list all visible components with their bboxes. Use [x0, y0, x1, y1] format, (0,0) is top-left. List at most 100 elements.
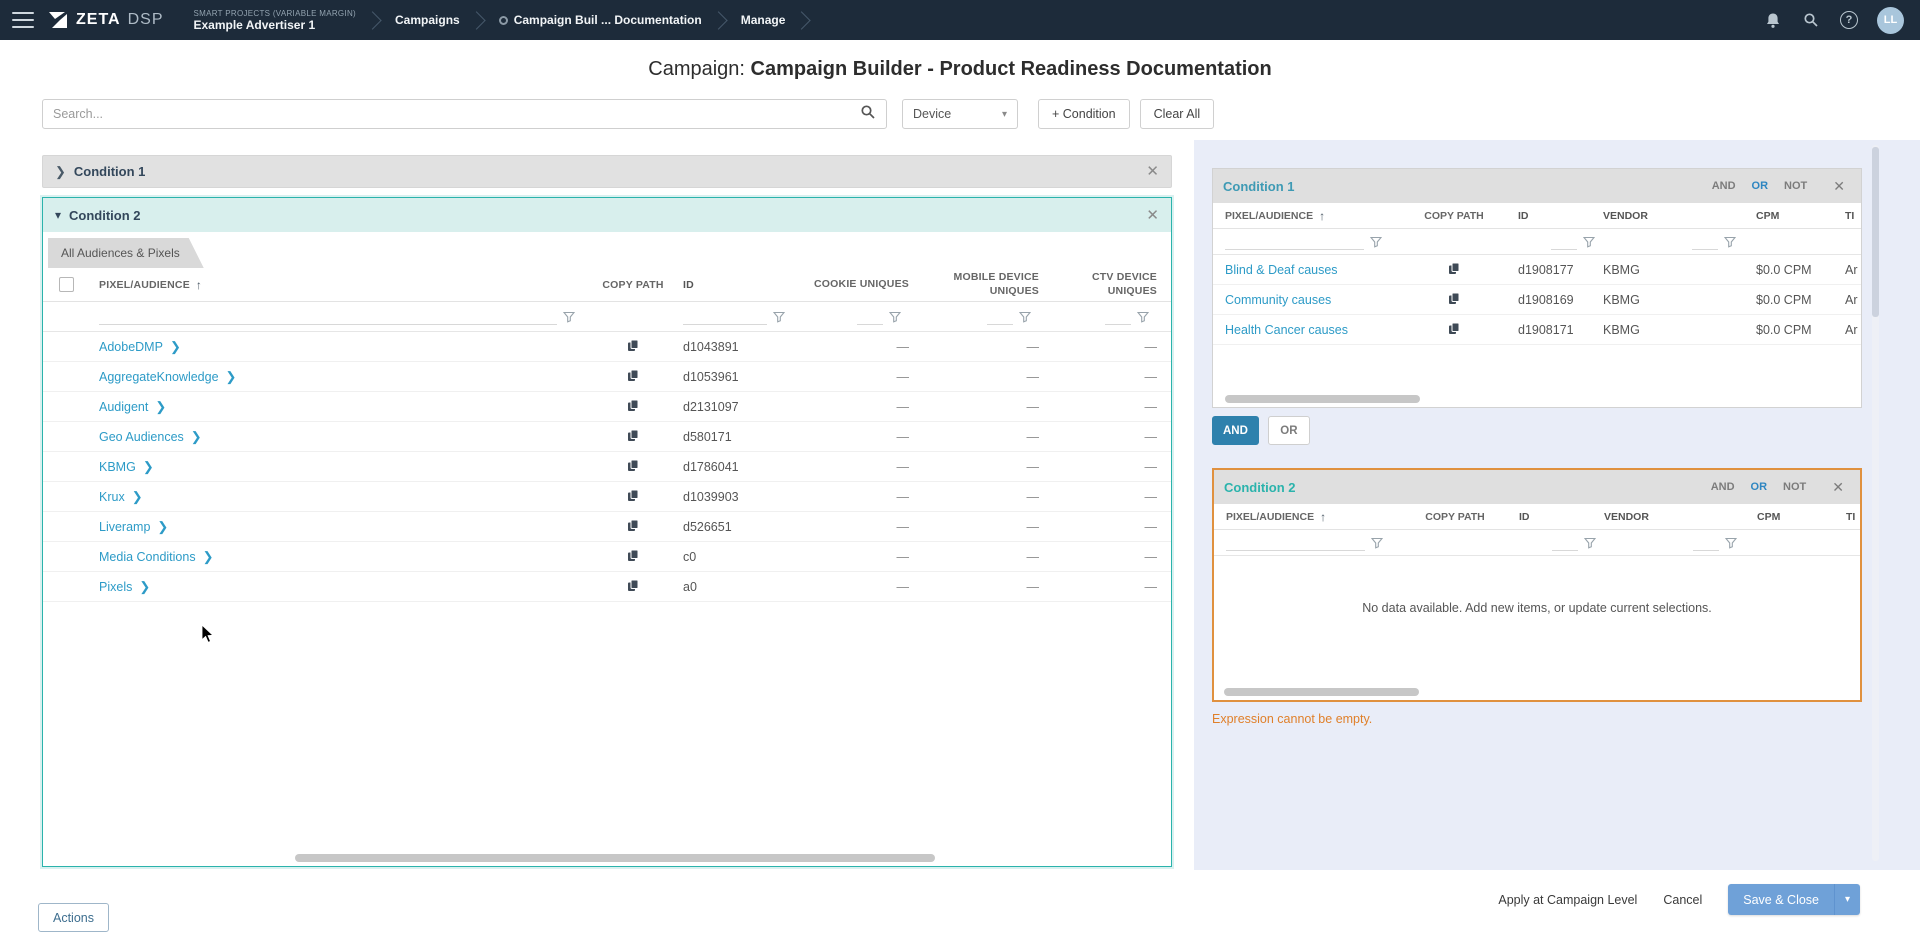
filter-funnel-icon[interactable]	[1725, 537, 1737, 549]
audience-link[interactable]: Media Conditions	[99, 550, 196, 564]
chevron-right-icon[interactable]: ❯	[132, 489, 143, 505]
device-dropdown[interactable]: Device ▾	[902, 99, 1018, 129]
or-operator-button[interactable]: OR	[1744, 176, 1777, 196]
copy-path-icon[interactable]	[627, 519, 639, 535]
cancel-link[interactable]: Cancel	[1663, 893, 1702, 907]
copy-path-icon[interactable]	[1448, 322, 1460, 338]
column-header[interactable]: CPM	[1756, 210, 1779, 222]
filter-funnel-icon[interactable]	[889, 311, 901, 323]
copy-path-icon[interactable]	[627, 369, 639, 385]
chevron-right-icon[interactable]: ❯	[139, 579, 150, 595]
and-operator-button[interactable]: AND	[1704, 176, 1744, 196]
clear-all-button[interactable]: Clear All	[1140, 99, 1215, 129]
copy-path-icon[interactable]	[627, 459, 639, 475]
copy-path-icon[interactable]	[627, 489, 639, 505]
scrollbar-thumb[interactable]	[1872, 147, 1879, 317]
filter-input[interactable]	[1552, 535, 1578, 551]
column-header[interactable]: PIXEL/AUDIENCE	[99, 279, 190, 291]
close-icon[interactable]: ✕	[1827, 176, 1851, 197]
audience-link[interactable]: Blind & Deaf causes	[1225, 263, 1338, 277]
breadcrumb-campaign-builder[interactable]: Campaign Buil ... Documentation	[495, 13, 706, 27]
column-header[interactable]: ID	[1519, 511, 1530, 523]
filter-funnel-icon[interactable]	[1370, 236, 1382, 248]
column-header[interactable]: CPM	[1757, 511, 1780, 523]
filter-funnel-icon[interactable]	[1019, 311, 1031, 323]
filter-funnel-icon[interactable]	[1137, 311, 1149, 323]
filter-funnel-icon[interactable]	[773, 311, 785, 323]
chevron-right-icon[interactable]: ❯	[226, 369, 237, 385]
audience-link[interactable]: AggregateKnowledge	[99, 370, 219, 384]
chevron-down-icon[interactable]: ▾	[55, 208, 61, 222]
column-header[interactable]: VENDOR	[1603, 210, 1648, 222]
search-icon[interactable]	[1801, 10, 1821, 30]
actions-button[interactable]: Actions	[38, 903, 109, 932]
hamburger-menu-icon[interactable]	[12, 12, 34, 28]
column-header[interactable]: PIXEL/AUDIENCE	[1225, 210, 1313, 222]
filter-input[interactable]	[1105, 309, 1131, 325]
audience-link[interactable]: Geo Audiences	[99, 430, 184, 444]
filter-input[interactable]	[1226, 535, 1365, 551]
filter-input[interactable]	[1693, 535, 1719, 551]
column-header[interactable]: ID	[683, 279, 694, 291]
copy-path-icon[interactable]	[627, 339, 639, 355]
scrollbar-thumb[interactable]	[1225, 395, 1420, 403]
connector-or-button[interactable]: OR	[1268, 416, 1310, 445]
search-input[interactable]	[53, 107, 860, 121]
or-operator-button[interactable]: OR	[1743, 477, 1776, 497]
audience-link[interactable]: Audigent	[99, 400, 148, 414]
copy-path-icon[interactable]	[627, 429, 639, 445]
scrollbar-thumb[interactable]	[295, 854, 935, 862]
notifications-bell-icon[interactable]	[1763, 10, 1783, 30]
sort-ascending-icon[interactable]: ↑	[1319, 209, 1325, 223]
chevron-right-icon[interactable]: ❯	[155, 399, 166, 415]
close-icon[interactable]: ✕	[1826, 477, 1850, 498]
copy-path-icon[interactable]	[1448, 262, 1460, 278]
close-icon[interactable]: ✕	[1146, 164, 1159, 179]
audience-link[interactable]: Health Cancer causes	[1225, 323, 1348, 337]
scrollbar-thumb[interactable]	[1224, 688, 1419, 696]
zeta-dsp-logo[interactable]: ZETA DSP	[48, 11, 164, 29]
column-header[interactable]: VENDOR	[1604, 511, 1649, 523]
filter-input[interactable]	[683, 309, 767, 325]
filter-input[interactable]	[1551, 234, 1577, 250]
audience-link[interactable]: Liveramp	[99, 520, 150, 534]
user-avatar[interactable]: LL	[1877, 7, 1904, 34]
sort-ascending-icon[interactable]: ↑	[1320, 510, 1326, 524]
help-icon[interactable]: ?	[1839, 10, 1859, 30]
filter-funnel-icon[interactable]	[1371, 537, 1383, 549]
filter-funnel-icon[interactable]	[1583, 236, 1595, 248]
breadcrumb-campaigns[interactable]: Campaigns	[391, 13, 464, 27]
filter-input[interactable]	[1225, 234, 1364, 250]
audience-link[interactable]: Krux	[99, 490, 125, 504]
breadcrumb-manage[interactable]: Manage	[737, 13, 790, 27]
tab-all-audiences-pixels[interactable]: All Audiences & Pixels	[48, 238, 204, 268]
save-options-dropdown[interactable]: ▾	[1834, 884, 1860, 915]
chevron-right-icon[interactable]: ❯	[203, 549, 214, 565]
audience-link[interactable]: KBMG	[99, 460, 136, 474]
copy-path-icon[interactable]	[627, 579, 639, 595]
audience-link[interactable]: Pixels	[99, 580, 132, 594]
breadcrumb-advertiser[interactable]: SMART PROJECTS (VARIABLE MARGIN) Example…	[190, 9, 361, 32]
filter-input[interactable]	[1692, 234, 1718, 250]
filter-input[interactable]	[987, 309, 1013, 325]
chevron-right-icon[interactable]: ❯	[191, 429, 202, 445]
filter-input[interactable]	[857, 309, 883, 325]
search-icon[interactable]	[860, 104, 876, 125]
column-header[interactable]: TI	[1845, 210, 1854, 222]
add-condition-button[interactable]: + Condition	[1038, 99, 1130, 129]
close-icon[interactable]: ✕	[1146, 208, 1159, 223]
condition-1-collapsed-bar[interactable]: ❯ Condition 1 ✕	[42, 155, 1172, 188]
select-all-checkbox[interactable]	[59, 277, 74, 292]
copy-path-icon[interactable]	[627, 399, 639, 415]
audience-link[interactable]: AdobeDMP	[99, 340, 163, 354]
not-operator-button[interactable]: NOT	[1776, 176, 1815, 196]
sort-ascending-icon[interactable]: ↑	[196, 278, 202, 292]
filter-funnel-icon[interactable]	[1584, 537, 1596, 549]
column-header[interactable]: CTV DEVICE UNIQUES	[1092, 271, 1157, 296]
chevron-right-icon[interactable]: ❯	[55, 164, 66, 180]
column-header[interactable]: TI	[1846, 511, 1855, 523]
apply-at-campaign-level-link[interactable]: Apply at Campaign Level	[1498, 893, 1637, 907]
chevron-right-icon[interactable]: ❯	[157, 519, 168, 535]
connector-and-button[interactable]: AND	[1212, 416, 1259, 445]
filter-funnel-icon[interactable]	[563, 311, 575, 323]
